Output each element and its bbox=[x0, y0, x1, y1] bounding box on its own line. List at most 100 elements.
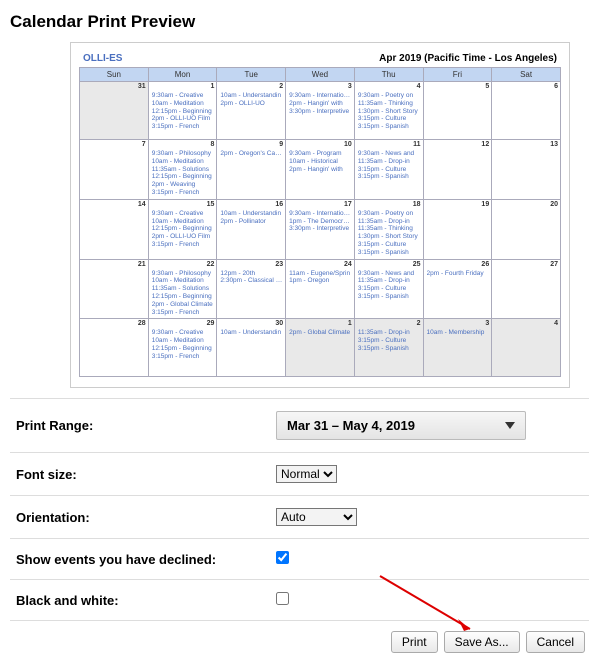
day-number: 26 bbox=[481, 261, 489, 268]
day-number: 21 bbox=[138, 261, 146, 268]
calendar-cell: 28 bbox=[80, 319, 149, 377]
day-number: 7 bbox=[142, 141, 146, 148]
show-declined-checkbox[interactable] bbox=[276, 551, 289, 564]
font-size-label: Font size: bbox=[16, 467, 276, 482]
calendar-event: 1:30pm - Short Story bbox=[358, 233, 421, 241]
day-number: 2 bbox=[279, 83, 283, 90]
day-number: 19 bbox=[481, 201, 489, 208]
day-number: 17 bbox=[344, 201, 352, 208]
calendar-cell: 26 2pm - Fourth Friday bbox=[423, 259, 492, 319]
page-title: Calendar Print Preview bbox=[10, 12, 589, 32]
font-size-select[interactable]: SmallNormalLarge bbox=[276, 465, 337, 483]
calendar-event: 2pm - Oregon's Carbon bbox=[220, 150, 283, 158]
calendar-cell: 89:30am - Philosophy10am - Meditation11:… bbox=[148, 140, 217, 200]
calendar-name: OLLI-ES bbox=[83, 53, 122, 64]
calendar-event: 11am - Eugene/Sprin bbox=[289, 270, 352, 278]
calendar-event: 3:15pm - French bbox=[152, 241, 215, 249]
calendar-event: 2pm - Global Climate bbox=[289, 329, 352, 337]
calendar-event: 11:35am - Thinking bbox=[358, 100, 421, 108]
print-range-value: Mar 31 – May 4, 2019 bbox=[287, 418, 415, 433]
calendar-event: 12:15pm - Beginning bbox=[152, 293, 215, 301]
calendar-cell: 1610am - Understandin2pm - Pollinator bbox=[217, 199, 286, 259]
calendar-cell: 6 bbox=[492, 82, 561, 140]
calendar-event: 3:15pm - French bbox=[152, 189, 215, 197]
day-number: 22 bbox=[207, 261, 215, 268]
calendar-event: 3:15pm - Spanish bbox=[358, 345, 421, 353]
calendar-event: 11:35am - Thinking bbox=[358, 225, 421, 233]
print-range-select[interactable]: Mar 31 – May 4, 2019 bbox=[276, 411, 526, 440]
calendar-cell: 3010am - Understandin bbox=[217, 319, 286, 377]
calendar-event: 11:35am - Drop-in bbox=[358, 218, 421, 226]
day-number: 30 bbox=[275, 320, 283, 327]
calendar-event: 3:15pm - Culture bbox=[358, 115, 421, 123]
black-white-label: Black and white: bbox=[16, 593, 276, 608]
calendar-cell: 109:30am - Program10am - Historical2pm -… bbox=[286, 140, 355, 200]
calendar-event: 2pm - OLLI-UO Film bbox=[152, 115, 215, 123]
calendar-event: 1pm - Oregon bbox=[289, 277, 352, 285]
calendar-event: 9:30am - News and bbox=[358, 270, 421, 278]
day-number: 12 bbox=[481, 141, 489, 148]
calendar-event: 2pm - Fourth Friday bbox=[427, 270, 490, 278]
day-number: 14 bbox=[138, 201, 146, 208]
day-number: 4 bbox=[554, 320, 558, 327]
calendar-event: 2pm - OLLI-UO bbox=[220, 100, 283, 108]
calendar-cell: 4 bbox=[492, 319, 561, 377]
day-header: Sat bbox=[492, 68, 561, 82]
day-header: Fri bbox=[423, 68, 492, 82]
calendar-event: 9:30am - Program bbox=[289, 150, 352, 158]
calendar-event: 3:15pm - Culture bbox=[358, 285, 421, 293]
calendar-event: 10am - Membership bbox=[427, 329, 490, 337]
calendar-event: 9:30am - News and bbox=[358, 150, 421, 158]
calendar-cell: 159:30am - Creative10am - Meditation12:1… bbox=[148, 199, 217, 259]
day-number: 6 bbox=[554, 83, 558, 90]
calendar-cell: 9 2pm - Oregon's Carbon bbox=[217, 140, 286, 200]
calendar-cell: 179:30am - International1pm - The Democr… bbox=[286, 199, 355, 259]
day-number: 20 bbox=[550, 201, 558, 208]
day-number: 2 bbox=[417, 320, 421, 327]
day-number: 4 bbox=[417, 83, 421, 90]
calendar-event: 10am - Meditation bbox=[152, 337, 215, 345]
day-number: 31 bbox=[138, 83, 146, 90]
calendar-event: 3:15pm - Spanish bbox=[358, 123, 421, 131]
save-as-button[interactable]: Save As... bbox=[444, 631, 520, 653]
calendar-event: 9:30am - Creative bbox=[152, 92, 215, 100]
calendar-event: 2pm - Weaving bbox=[152, 181, 215, 189]
calendar-event: 1pm - The Democracy bbox=[289, 218, 352, 226]
calendar-event: 2pm - Hangin' with bbox=[289, 100, 352, 108]
black-white-checkbox[interactable] bbox=[276, 592, 289, 605]
calendar-event: 12pm - 20th bbox=[220, 270, 283, 278]
orientation-select[interactable]: AutoPortraitLandscape bbox=[276, 508, 357, 526]
calendar-event: 10am - Meditation bbox=[152, 100, 215, 108]
day-header: Thu bbox=[354, 68, 423, 82]
calendar-cell: 2 10am - Understandin2pm - OLLI-UO bbox=[217, 82, 286, 140]
calendar-cell: 19 bbox=[423, 199, 492, 259]
calendar-event: 3:30pm - Interpretive bbox=[289, 108, 352, 116]
calendar-event: 2pm - Global Climate bbox=[152, 301, 215, 309]
calendar-event: 10am - Understandin bbox=[220, 92, 283, 100]
calendar-event: 10am - Understandin bbox=[220, 210, 283, 218]
calendar-event: 10am - Meditation bbox=[152, 218, 215, 226]
calendar-event: 3:15pm - French bbox=[152, 123, 215, 131]
print-button[interactable]: Print bbox=[391, 631, 438, 653]
calendar-cell: 14 bbox=[80, 199, 149, 259]
day-number: 9 bbox=[279, 141, 283, 148]
calendar-event: 1:30pm - Short Story bbox=[358, 108, 421, 116]
calendar-cell: 7 bbox=[80, 140, 149, 200]
day-number: 11 bbox=[413, 141, 420, 148]
calendar-event: 3:15pm - Culture bbox=[358, 166, 421, 174]
calendar-cell: 12 bbox=[423, 140, 492, 200]
calendar-cell: 229:30am - Philosophy10am - Meditation11… bbox=[148, 259, 217, 319]
calendar-month-header: Apr 2019 (Pacific Time - Los Angeles) bbox=[122, 53, 557, 64]
calendar-event: 3:15pm - Spanish bbox=[358, 173, 421, 181]
calendar-event: 11:35am - Solutions bbox=[152, 166, 215, 174]
cancel-button[interactable]: Cancel bbox=[526, 631, 585, 653]
day-header: Tue bbox=[217, 68, 286, 82]
calendar-cell: 2312pm - 20th2:30pm - Classical Phi bbox=[217, 259, 286, 319]
calendar-event: 10am - Meditation bbox=[152, 277, 215, 285]
calendar-event: 9:30am - Creative bbox=[152, 329, 215, 337]
calendar-event: 2pm - Hangin' with bbox=[289, 166, 352, 174]
calendar-cell: 39:30am - International2pm - Hangin' wit… bbox=[286, 82, 355, 140]
calendar-event: 3:15pm - Spanish bbox=[358, 249, 421, 257]
calendar-preview: OLLI-ES Apr 2019 (Pacific Time - Los Ang… bbox=[70, 42, 570, 388]
orientation-label: Orientation: bbox=[16, 510, 276, 525]
